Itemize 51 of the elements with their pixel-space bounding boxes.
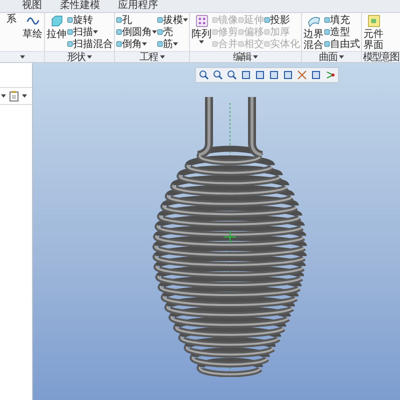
group-label[interactable]: 模型意图 [363,50,399,64]
ribbon-button[interactable]: 扫描混合 [67,38,113,50]
ribbon-button[interactable]: 造型 [324,26,360,38]
caret-icon[interactable] [160,55,164,59]
ribbon-tab[interactable]: 柔性建模 [60,0,100,12]
view-toolbar-button[interactable] [198,69,210,81]
ribbon-button[interactable]: 填充 [324,14,360,26]
surface-icon [306,14,320,28]
ribbon-button[interactable]: 倒角 [116,38,157,50]
view-toolbar-button[interactable] [296,69,308,81]
component-icon [366,14,380,28]
view-toolbar-button[interactable] [226,69,238,81]
ribbon-button[interactable]: 阵列 [191,14,212,44]
view-toolbar-button[interactable] [240,69,252,81]
caret-icon[interactable] [20,55,24,59]
ribbon-button[interactable]: 草绘 [22,14,43,40]
square-icon [241,70,251,80]
ribbon-button[interactable]: 元件界面 [363,14,384,51]
zoom-out-icon [227,70,237,80]
ribbon-button[interactable]: 倒圆角 [116,26,157,38]
ribbon-button[interactable]: 自由式 [324,38,360,50]
view-toolbar-button[interactable] [212,69,224,81]
caret-icon[interactable] [1,94,6,98]
ribbon-button[interactable]: 边界混合 [303,14,324,51]
ribbon-button[interactable]: 壳 [157,26,188,38]
caret-icon [199,40,204,44]
zoom-in-icon [213,70,223,80]
caret-icon [183,18,188,22]
clipboard-icon[interactable] [9,90,19,102]
caret-icon[interactable] [253,55,258,59]
caret-icon [152,30,157,34]
ribbon-button[interactable]: 投影 [264,14,300,26]
ribbon-button[interactable]: 筋 [157,38,188,50]
ribbon-button[interactable]: 拔模 [157,14,188,26]
view-toolbar-button[interactable] [324,69,336,81]
caret-icon[interactable] [339,55,344,59]
datum-icon [297,70,307,80]
zoom-fit-icon [199,70,209,80]
caret-icon[interactable] [22,94,27,98]
caret-icon[interactable] [87,55,92,59]
caret-icon [93,30,98,34]
ribbon-button[interactable]: 拉伸 [46,14,67,40]
points-icon [325,70,335,80]
ribbon-button[interactable]: 孔 [116,14,157,26]
ribbon-button[interactable]: 系 [1,14,22,25]
ribbon-button[interactable]: 扫描 [67,26,113,38]
ribbon-button[interactable]: 旋转 [67,14,113,26]
caret-icon [142,42,147,46]
caret-icon [173,42,178,46]
ribbon-tab[interactable]: 视图 [22,0,42,12]
grid-icon [194,14,208,28]
